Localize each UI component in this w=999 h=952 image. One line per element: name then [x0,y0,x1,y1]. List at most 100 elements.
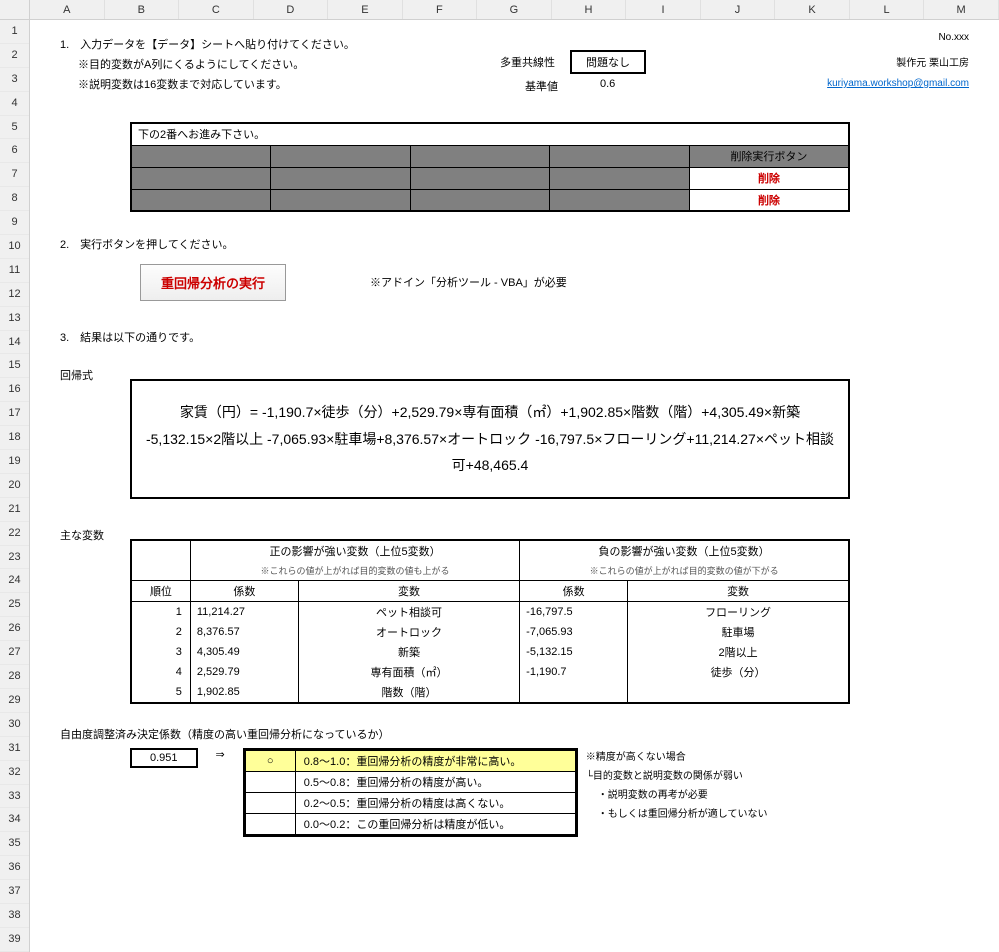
row-header[interactable]: 34 [0,808,29,832]
col-header[interactable]: M [924,0,999,19]
row-header[interactable]: 5 [0,116,29,140]
table-row: 34,305.49新築-5,132.152階以上 [131,642,849,662]
row-header[interactable]: 20 [0,474,29,498]
delete-button-2[interactable]: 削除 [689,189,849,211]
multicollinearity-label: 多重共線性 [500,54,555,70]
grade-row: 0.0～0.2：この重回帰分析は精度が低い。 [245,814,575,835]
grade-desc: 0.5～0.8：重回帰分析の精度が高い。 [295,772,575,793]
neg-coef-cell: -5,132.15 [520,642,628,662]
column-headers: A B C D E F G H I J K L M [0,0,999,20]
r2-value: 0.951 [130,748,198,768]
row-header[interactable]: 19 [0,450,29,474]
col-header[interactable]: L [850,0,925,19]
r2-grade-table: ○0.8～1.0：重回帰分析の精度が非常に高い。0.5～0.8：重回帰分析の精度… [243,748,578,837]
row-header[interactable]: 32 [0,761,29,785]
pos-coef-cell: 4,305.49 [190,642,298,662]
positive-sub: ※これらの値が上がれば目的変数の値も上がる [190,561,519,581]
col-header[interactable]: B [105,0,180,19]
row-header[interactable]: 24 [0,569,29,593]
row-header[interactable]: 29 [0,689,29,713]
row-header[interactable]: 36 [0,856,29,880]
neg-var-cell: 駐車場 [628,622,849,642]
col-header[interactable]: F [403,0,478,19]
row-header[interactable]: 25 [0,593,29,617]
base-label: 基準値 [525,78,558,94]
grade-desc: 0.8～1.0：重回帰分析の精度が非常に高い。 [295,751,575,772]
col-header[interactable]: C [179,0,254,19]
row-header[interactable]: 15 [0,354,29,378]
r2-note-title: ※精度が高くない場合 [586,748,768,767]
col-header[interactable]: G [477,0,552,19]
positive-header: 正の影響が強い変数（上位5変数） [190,540,519,561]
pos-coef-cell: 1,902.85 [190,682,298,703]
addin-note: ※アドイン「分析ツール - VBA」が必要 [370,274,567,290]
col-var-n: 変数 [628,581,849,602]
section2-title: 2. 実行ボタンを押してください。 [60,236,234,252]
row-header[interactable]: 16 [0,378,29,402]
neg-var-cell: 2階以上 [628,642,849,662]
row-header[interactable]: 37 [0,880,29,904]
neg-var-cell [628,682,849,703]
row-headers: 1234567891011121314151617181920212223242… [0,20,30,952]
row-header[interactable]: 9 [0,211,29,235]
row-header[interactable]: 3 [0,68,29,92]
table-row: 111,214.27ペット相談可-16,797.5フローリング [131,602,849,623]
row-header[interactable]: 11 [0,259,29,283]
row-header[interactable]: 22 [0,522,29,546]
row-header[interactable]: 30 [0,713,29,737]
row-header[interactable]: 8 [0,187,29,211]
negative-header: 負の影響が強い変数（上位5変数） [520,540,849,561]
section1-note1: ※目的変数がA列にくるようにしてください。 [78,56,304,72]
row-header[interactable]: 1 [0,20,29,44]
row-header[interactable]: 28 [0,665,29,689]
col-header[interactable]: J [701,0,776,19]
r2-note1: └目的変数と説明変数の関係が弱い [586,767,768,786]
row-header[interactable]: 35 [0,832,29,856]
pos-coef-cell: 8,376.57 [190,622,298,642]
col-header[interactable]: E [328,0,403,19]
row-header[interactable]: 21 [0,498,29,522]
section1-title: 1. 入力データを【データ】シートへ貼り付けてください。 [60,36,355,52]
row-header[interactable]: 31 [0,737,29,761]
email-link[interactable]: kuriyama.workshop@gmail.com [827,78,969,89]
row-header[interactable]: 6 [0,139,29,163]
row-header[interactable]: 27 [0,641,29,665]
row-header[interactable]: 4 [0,92,29,116]
row-header[interactable]: 18 [0,426,29,450]
base-value: 0.6 [600,78,615,90]
col-coef-n: 係数 [520,581,628,602]
rank-cell: 1 [131,602,190,623]
row-header[interactable]: 33 [0,785,29,809]
regression-formula: 家賃（円）= -1,190.7×徒歩（分）+2,529.79×専有面積（㎡）+1… [130,379,850,499]
row-header[interactable]: 7 [0,163,29,187]
neg-coef-cell: -16,797.5 [520,602,628,623]
col-header[interactable]: K [775,0,850,19]
neg-coef-cell: -7,065.93 [520,622,628,642]
grade-row: 0.2～0.5：重回帰分析の精度は高くない。 [245,793,575,814]
row-header[interactable]: 17 [0,402,29,426]
row-header[interactable]: 38 [0,904,29,928]
neg-coef-cell: -1,190.7 [520,662,628,682]
col-coef-p: 係数 [190,581,298,602]
row-header[interactable]: 12 [0,283,29,307]
col-header[interactable]: A [30,0,105,19]
col-header[interactable]: D [254,0,329,19]
row-header[interactable]: 23 [0,546,29,570]
rank-cell: 5 [131,682,190,703]
row-header[interactable]: 26 [0,617,29,641]
col-header[interactable]: H [552,0,627,19]
row-header[interactable]: 39 [0,928,29,952]
main-variable-table: 正の影響が強い変数（上位5変数） 負の影響が強い変数（上位5変数） ※これらの値… [130,539,850,705]
delete-button-1[interactable]: 削除 [689,167,849,189]
row-header[interactable]: 14 [0,331,29,355]
instruction-table: 下の2番へお進み下さい。 削除実行ボタン 削除 削除 [130,122,850,212]
doc-number: No.xxx [938,32,969,43]
col-header[interactable]: I [626,0,701,19]
r2-note2: ・説明変数の再考が必要 [598,786,768,805]
row-header[interactable]: 2 [0,44,29,68]
pos-var-cell: ペット相談可 [298,602,519,623]
pos-var-cell: オートロック [298,622,519,642]
row-header[interactable]: 13 [0,307,29,331]
run-regression-button[interactable]: 重回帰分析の実行 [140,264,286,301]
row-header[interactable]: 10 [0,235,29,259]
